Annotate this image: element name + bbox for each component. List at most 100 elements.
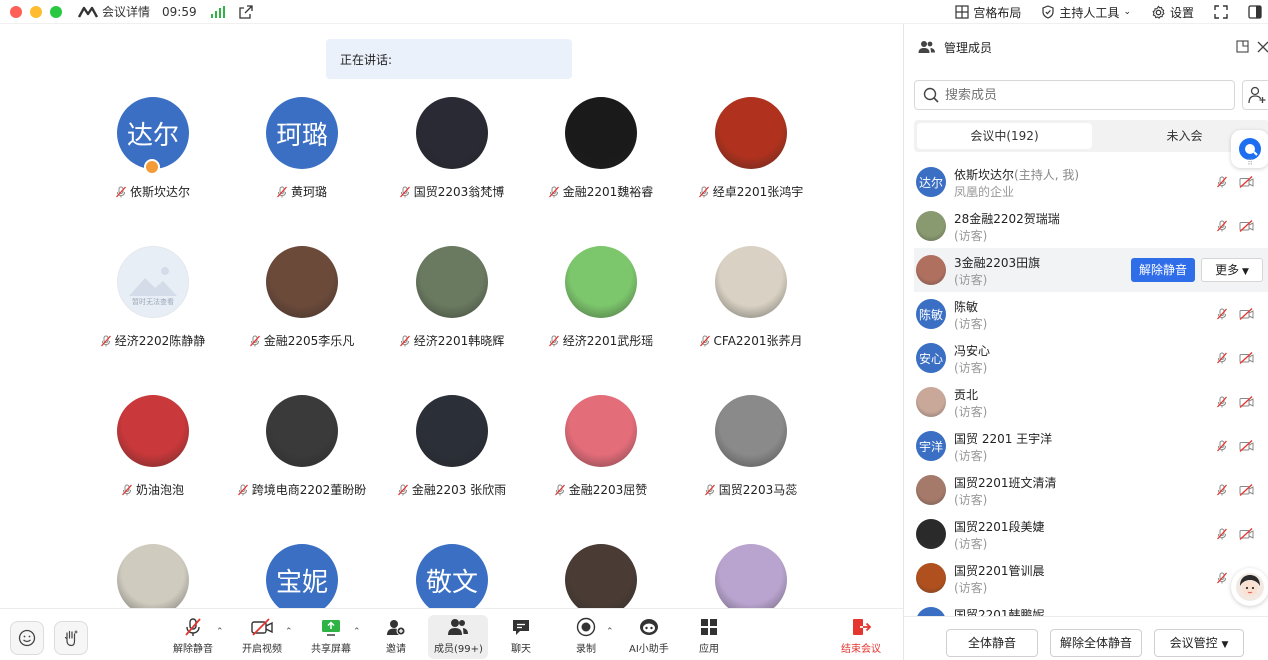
emoji-reaction-button[interactable]: [10, 621, 44, 655]
member-more-button[interactable]: 更多 ▼: [1201, 258, 1263, 282]
member-row[interactable]: 达尔 依斯坎达尔(主持人, 我) 凤凰的企业: [914, 160, 1268, 204]
member-video-toggle[interactable]: [1239, 220, 1254, 235]
share-options-chevron-icon[interactable]: ⌃: [353, 627, 361, 637]
video-options-chevron-icon[interactable]: ⌃: [285, 627, 293, 637]
member-mic-toggle[interactable]: [1216, 572, 1228, 587]
member-row[interactable]: 贡北 (访客): [914, 380, 1268, 424]
members-button[interactable]: 成员(99+): [434, 617, 483, 655]
member-video-toggle[interactable]: [1239, 308, 1254, 323]
grid-layout-icon: [955, 5, 970, 19]
participant-avatar: [416, 246, 488, 318]
participant-tile[interactable]: 国贸2203翁梵博: [384, 97, 514, 237]
participant-avatar: [266, 246, 338, 318]
member-row[interactable]: 国贸2201班文清清 (访客): [914, 468, 1268, 512]
unmute-all-button[interactable]: 解除全体静音: [1050, 629, 1142, 657]
member-row[interactable]: 国贸2201段美婕 (访客): [914, 512, 1268, 556]
member-video-toggle[interactable]: [1239, 396, 1254, 411]
member-mic-toggle[interactable]: [1216, 220, 1228, 235]
popout-icon[interactable]: [1236, 40, 1249, 53]
participant-tile[interactable]: 敬文: [384, 544, 514, 608]
member-video-toggle[interactable]: [1239, 352, 1254, 367]
avatar-initials: 敬文: [425, 567, 478, 598]
grid-layout-button[interactable]: 宫格布局: [955, 4, 1021, 21]
participant-tile[interactable]: 金融2205李乐凡: [234, 246, 364, 386]
start-video-button[interactable]: 开启视频: [242, 617, 282, 655]
audio-options-chevron-icon[interactable]: ⌃: [216, 627, 224, 637]
member-video-toggle[interactable]: [1239, 528, 1254, 543]
member-search-box[interactable]: [914, 80, 1235, 110]
participant-tile[interactable]: 宝妮: [234, 544, 364, 608]
invite-member-button[interactable]: [1242, 80, 1268, 110]
member-row[interactable]: 3金融2203田旗 (访客) 解除静音 更多 ▼: [914, 248, 1268, 292]
raise-hand-button[interactable]: [54, 621, 88, 655]
add-person-icon: [387, 620, 406, 636]
ai-assistant-button[interactable]: AI小助手: [629, 617, 669, 655]
toggle-sidebar-button[interactable]: [1248, 5, 1262, 19]
external-open-icon[interactable]: [238, 4, 253, 19]
member-row[interactable]: 陈敏 陈敏 (访客): [914, 292, 1268, 336]
member-mic-toggle[interactable]: [1216, 528, 1228, 543]
minimize-window-button[interactable]: [30, 5, 42, 18]
member-mic-toggle[interactable]: [1216, 396, 1228, 411]
participant-tile[interactable]: 跨境电商2202董盼盼: [234, 395, 366, 535]
camera-muted-icon: [1239, 528, 1254, 540]
member-mic-toggle[interactable]: [1216, 176, 1228, 191]
unmute-button[interactable]: 解除静音: [173, 617, 213, 655]
participant-tile[interactable]: CFA2201张荞月: [683, 246, 813, 386]
meeting-details[interactable]: 会议详情: [78, 3, 150, 20]
member-unmute-button[interactable]: 解除静音: [1131, 258, 1195, 282]
record-button[interactable]: 录制: [575, 617, 597, 655]
participant-tile[interactable]: 金融2201魏裕睿: [533, 97, 663, 237]
participant-tile[interactable]: 奶油泡泡: [85, 395, 215, 535]
tab-in-meeting[interactable]: 会议中(192): [917, 123, 1092, 149]
participant-tile[interactable]: 达尔 依斯坎达尔: [85, 97, 215, 237]
participant-tile[interactable]: 金融2203屈赞: [533, 395, 663, 535]
host-tools-button[interactable]: 主持人工具 ⌄: [1041, 4, 1131, 21]
member-row[interactable]: 安心 冯安心 (访客): [914, 336, 1268, 380]
meeting-control-button[interactable]: 会议管控 ▼: [1154, 629, 1244, 657]
ai-avatar-button[interactable]: [1231, 568, 1268, 606]
member-mic-toggle[interactable]: [1216, 308, 1228, 323]
member-row[interactable]: 国贸2201管训晨 (访客): [914, 556, 1268, 600]
member-mic-toggle[interactable]: [1216, 484, 1228, 499]
chat-button[interactable]: 聊天: [510, 617, 532, 655]
member-row[interactable]: 宇洋 国贸 2201 王宇洋 (访客): [914, 424, 1268, 468]
settings-button[interactable]: 设置: [1151, 4, 1194, 21]
member-row[interactable]: 国贸2201韩鹏妮: [914, 600, 1268, 616]
member-video-toggle[interactable]: [1239, 484, 1254, 499]
participant-tile[interactable]: 经卓2201张鸿宇: [683, 97, 813, 237]
microphone-off-icon: [185, 618, 201, 636]
participant-tile[interactable]: [683, 544, 813, 608]
apps-button[interactable]: 应用: [698, 617, 720, 655]
panel-header: 管理成员: [904, 24, 1268, 70]
avatar-initials: 珂璐: [275, 120, 328, 151]
member-row[interactable]: 28金融2202贺瑞瑞 (访客): [914, 204, 1268, 248]
participant-tile[interactable]: [533, 544, 663, 608]
zoom-window-button[interactable]: [50, 5, 62, 18]
member-mic-toggle[interactable]: [1216, 352, 1228, 367]
participant-tile[interactable]: [85, 544, 215, 608]
share-screen-button[interactable]: 共享屏幕: [311, 617, 351, 655]
floating-assistant-button[interactable]: ⠿: [1231, 130, 1268, 168]
member-mic-toggle[interactable]: [1216, 440, 1228, 455]
close-icon[interactable]: [1257, 41, 1268, 53]
record-options-chevron-icon[interactable]: ⌃: [606, 627, 614, 637]
participant-tile[interactable]: 经济2201韩晓辉: [384, 246, 514, 386]
member-video-toggle[interactable]: [1239, 440, 1254, 455]
member-video-toggle[interactable]: [1239, 176, 1254, 191]
participant-tile[interactable]: 经济2201武彤瑶: [533, 246, 663, 386]
fullscreen-button[interactable]: [1214, 5, 1228, 19]
participant-tile[interactable]: 国贸2203马蕊: [683, 395, 813, 535]
meeting-time: 09:59: [162, 4, 197, 19]
invite-button[interactable]: 邀请: [385, 617, 407, 655]
drag-handle-icon[interactable]: ⠿: [1247, 158, 1253, 167]
signal-strength-icon[interactable]: [210, 5, 225, 18]
participant-tile[interactable]: 金融2203 张欣雨: [384, 395, 514, 535]
participant-tile[interactable]: 珂璐 黄珂璐: [234, 97, 364, 237]
close-window-button[interactable]: [10, 5, 22, 18]
mute-all-button[interactable]: 全体静音: [946, 629, 1038, 657]
microphone-muted-icon: [698, 186, 709, 197]
member-search-input[interactable]: [945, 87, 1205, 103]
participant-tile[interactable]: 暂时无法查看 经济2202陈静静: [85, 246, 215, 386]
end-meeting-button[interactable]: 结束会议: [841, 617, 881, 655]
